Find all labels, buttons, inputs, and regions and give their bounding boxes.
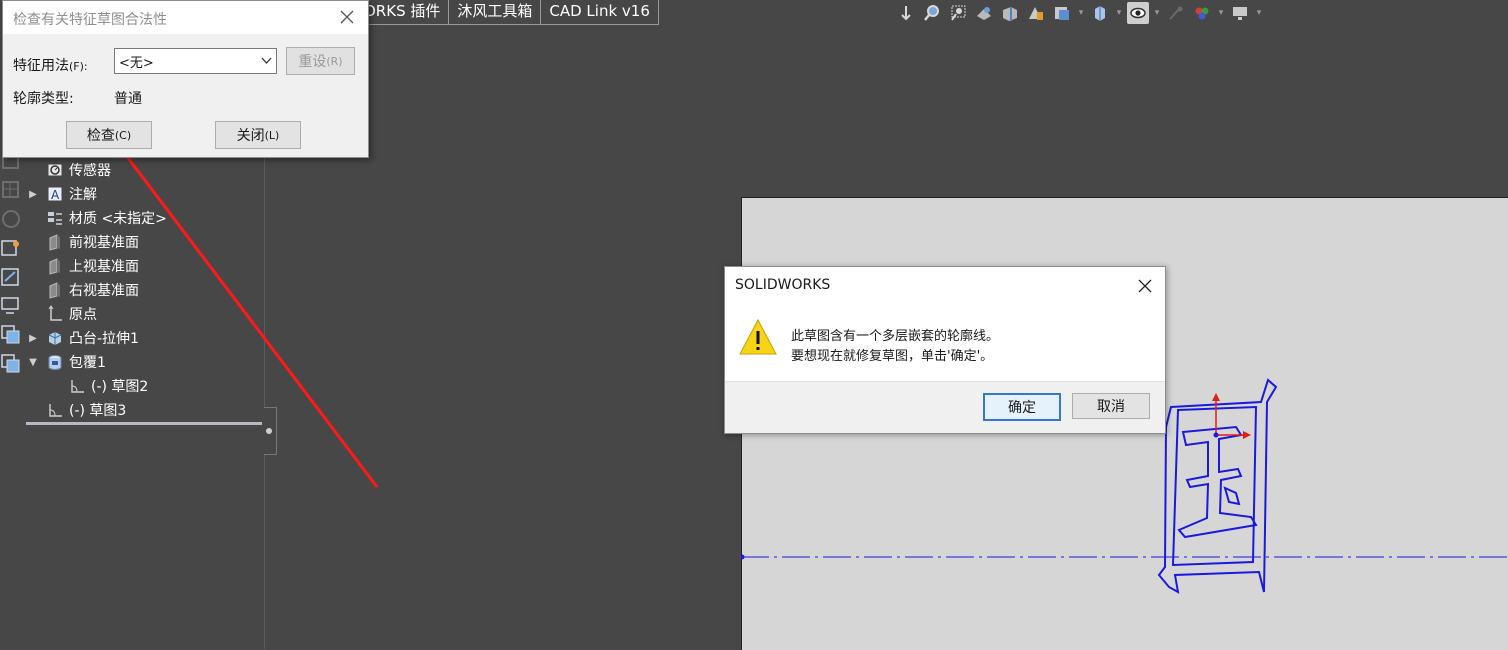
section-view-icon[interactable] [999,2,1021,24]
edit-appearance-icon[interactable] [1165,2,1187,24]
heads-up-view-toolbar: ▾ ▾ ▾ ▾ ▾ [895,0,1263,26]
previous-view-icon[interactable] [973,2,995,24]
cancel-button[interactable]: 取消 [1072,393,1150,419]
usage-label: 特征用法(F): [13,58,88,74]
contour-type-value: 普通 [114,91,142,107]
close-icon[interactable] [339,9,355,25]
zoom-area-icon[interactable] [947,2,969,24]
chevron-down-icon[interactable]: ▾ [1255,2,1263,24]
chevron-down-icon[interactable]: ▾ [1153,2,1161,24]
chevron-down-icon[interactable]: ▾ [1077,2,1085,24]
command-manager-tabs: ORKS 插件 沐风工具箱 CAD Link v16 [360,0,659,25]
close-icon[interactable] [1137,278,1153,294]
triad-arrow-icon [1212,393,1220,401]
view-orientation-icon[interactable] [895,2,917,24]
message-line-1: 此草图含有一个多层嵌套的轮廓线。 [791,329,1000,344]
apply-scene-icon[interactable] [1191,2,1213,24]
dynamic-annotation-icon[interactable] [1025,2,1047,24]
dialog-title: 检查有关特征草图合法性 [13,12,167,28]
tab-cad-link[interactable]: CAD Link v16 [541,0,659,25]
usage-select[interactable]: <无> [114,48,277,74]
ok-button[interactable]: 确定 [983,393,1061,421]
solidworks-message-box: SOLIDWORKS 此草图含有一个多层嵌套的轮廓线。 要想现在就修复草图，单击… [724,266,1166,434]
chevron-down-icon[interactable]: ▾ [1115,2,1123,24]
reset-button[interactable]: 重设 (R) [286,47,355,75]
view-setting-monitor-icon[interactable] [1229,2,1251,24]
chevron-down-icon [261,57,272,64]
sketch-character-strokes[interactable] [1177,425,1258,539]
zoom-to-fit-icon[interactable] [921,2,943,24]
check-button[interactable]: 检查 (C) [66,121,152,149]
tab-mufeng-toolbox[interactable]: 沐风工具箱 [449,0,542,25]
sketch-outline-outer[interactable] [1157,378,1278,594]
view-settings-icon[interactable] [1051,2,1073,24]
display-style-icon[interactable] [1089,2,1111,24]
dialog-title-bar[interactable]: 检查有关特征草图合法性 [3,1,368,34]
message-line-2: 要想现在就修复草图，单击'确定'。 [791,349,994,364]
message-box-footer: 确定 取消 [725,381,1165,433]
check-sketch-dialog: 检查有关特征草图合法性 特征用法(F): <无> 重设 (R) 轮廓类型: 普通 … [2,0,369,158]
triad-arrow-icon [1243,431,1251,439]
sketch-outline-inner[interactable] [1171,405,1258,567]
hide-show-icon[interactable] [1127,2,1149,24]
chevron-down-icon[interactable]: ▾ [1217,2,1225,24]
warning-icon [739,318,777,355]
close-button[interactable]: 关闭 (L) [215,121,301,149]
sketch-point[interactable] [741,554,745,560]
message-box-title: SOLIDWORKS [735,277,831,293]
contour-type-label: 轮廓类型: [13,91,74,107]
sketch-origin-point[interactable] [1213,432,1219,438]
